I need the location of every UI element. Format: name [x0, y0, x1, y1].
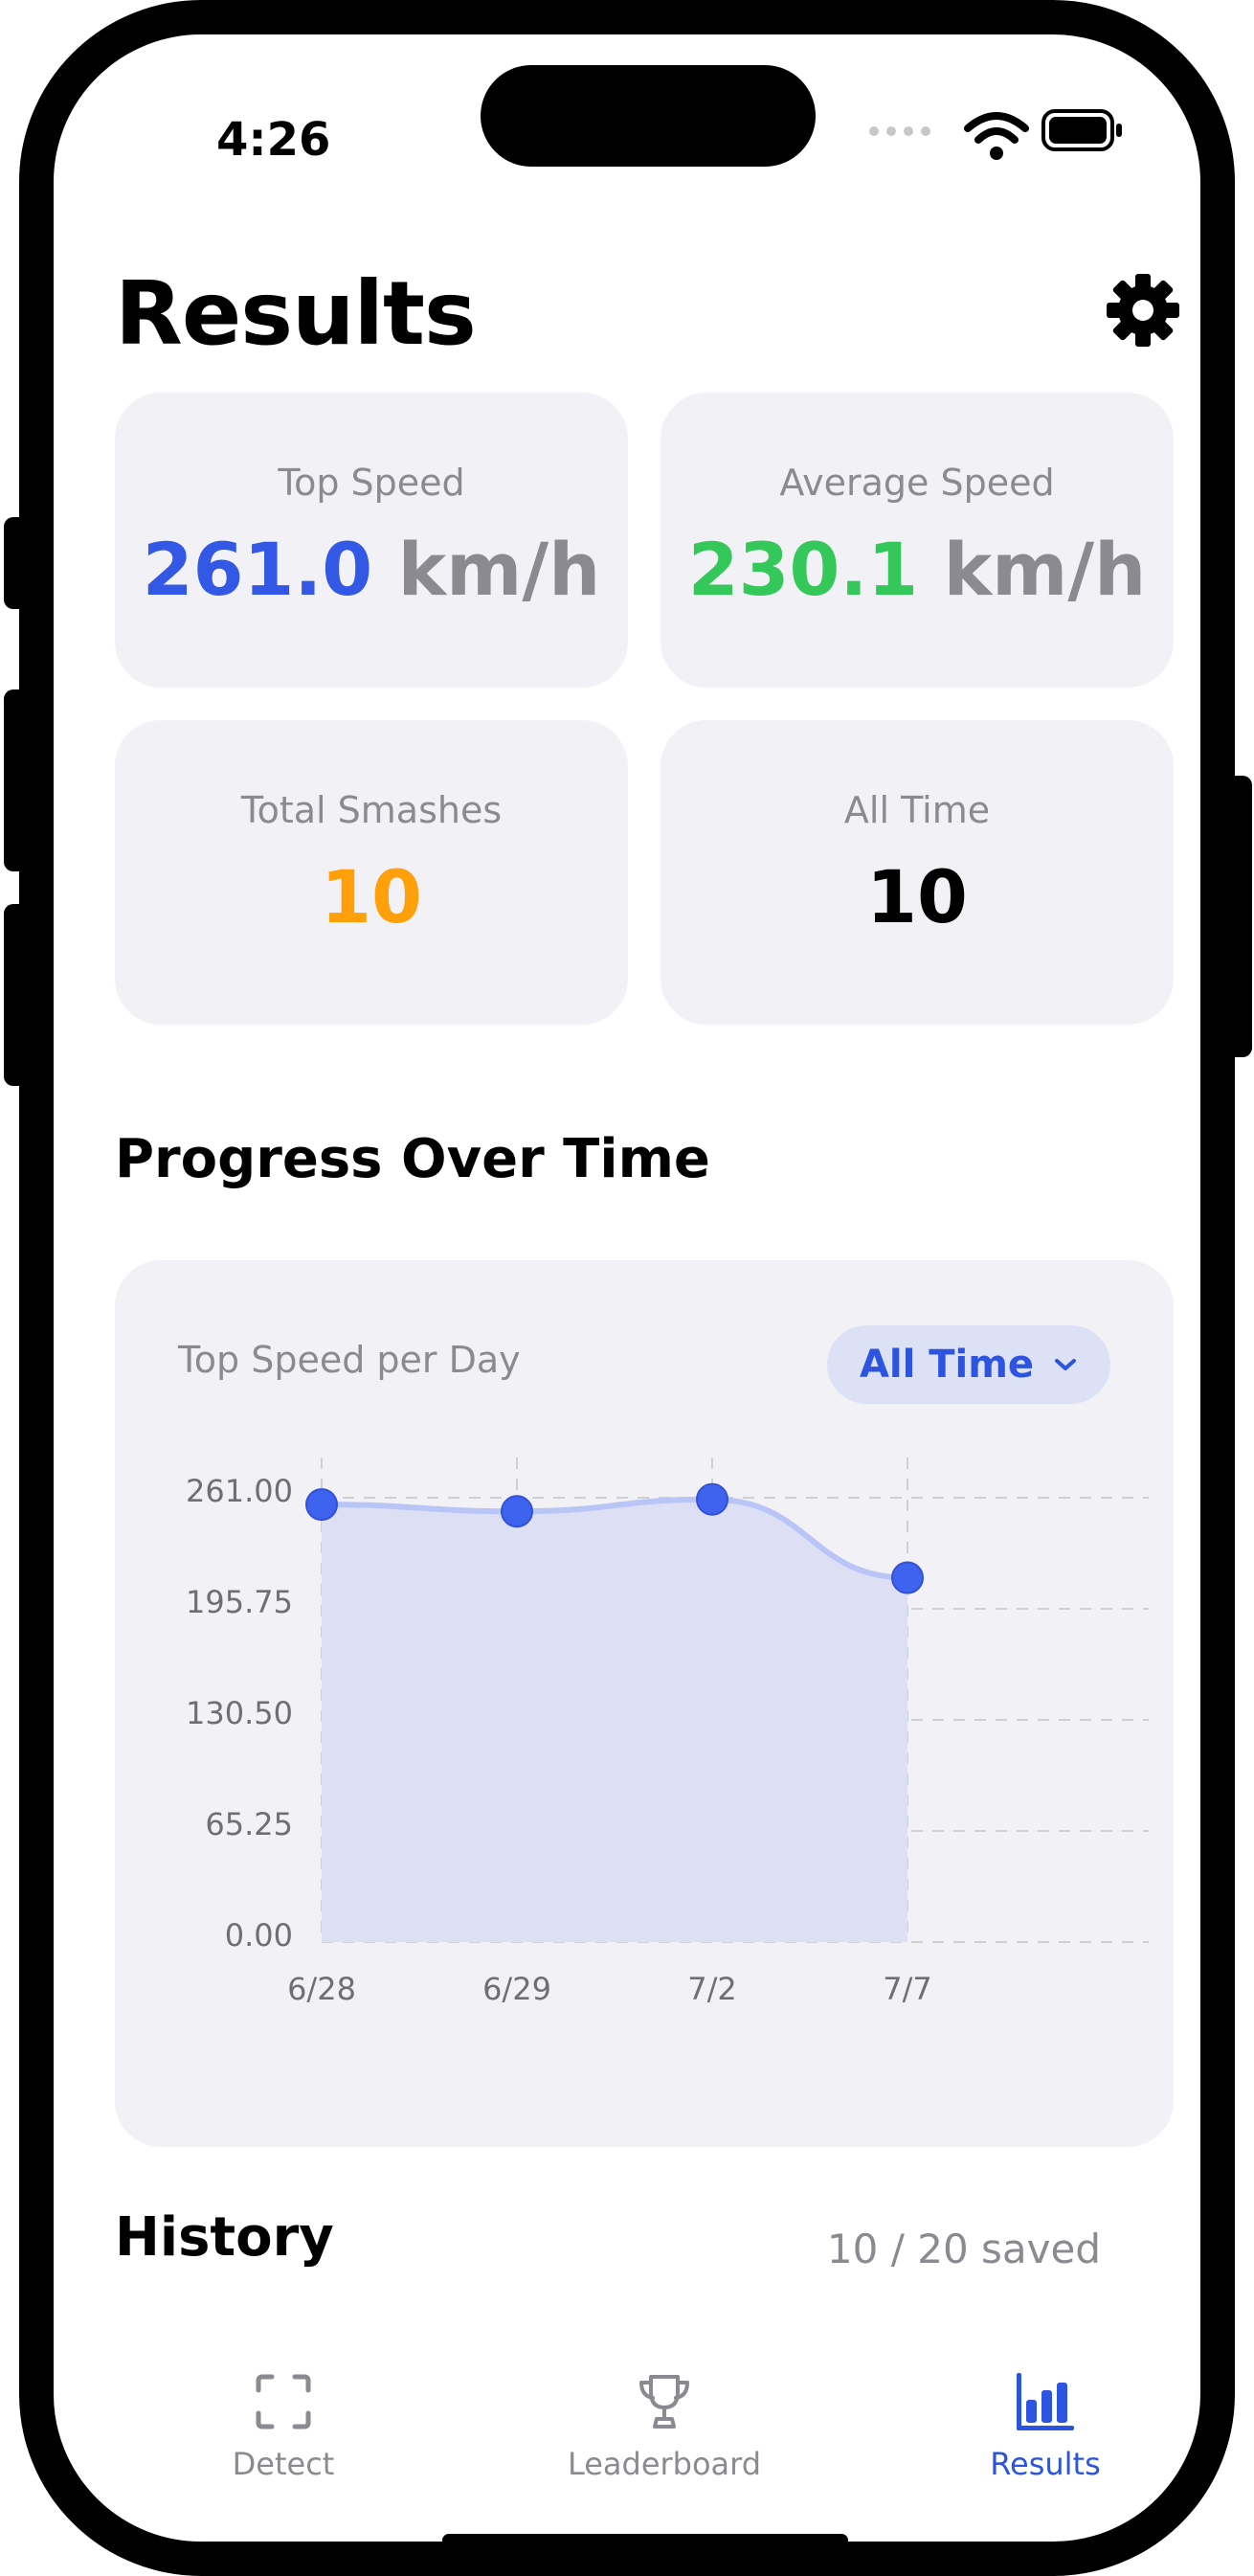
battery-icon [1041, 109, 1122, 151]
status-time: 4:26 [216, 113, 331, 167]
tab-label: Leaderboard [567, 2446, 762, 2482]
stat-number: 230.1 [687, 527, 919, 612]
progress-chart-card: Top Speed per Day All Time 261.00 195.75 1… [115, 1260, 1174, 2147]
tab-bar: Detect Leaderboard Results [54, 2371, 1200, 2505]
stat-number: 10 [866, 854, 968, 939]
tab-label: Detect [232, 2446, 335, 2482]
stat-unit: km/h [397, 527, 601, 612]
data-point [891, 1561, 924, 1594]
wifi-icon [964, 112, 1029, 160]
phone-frame: 4:26 Results Top Speed 261.0 km/h Averag… [19, 0, 1235, 2576]
stat-label: All Time [843, 789, 991, 831]
y-tick-label: 130.50 [186, 1695, 293, 1731]
history-saved-count: 10 / 20 saved [826, 2226, 1101, 2272]
speed-area-chart: 261.00 195.75 130.50 65.25 0.00 6/28 6/29 7/2 7/… [186, 1457, 1149, 2007]
y-tick-label: 261.00 [186, 1473, 293, 1509]
y-tick-label: 0.00 [225, 1917, 293, 1954]
data-point [305, 1488, 338, 1522]
stat-label: Average Speed [779, 462, 1055, 504]
stat-number: 261.0 [142, 527, 373, 612]
stat-value: 230.1 km/h [661, 527, 1174, 612]
tab-detect[interactable]: Detect [140, 2371, 427, 2482]
stat-number: 10 [321, 854, 422, 939]
tab-results[interactable]: Results [902, 2371, 1189, 2482]
tab-leaderboard[interactable]: Leaderboard [521, 2371, 808, 2482]
x-tick-label: 7/7 [883, 1971, 932, 2007]
x-tick-label: 6/28 [287, 1971, 356, 2007]
stat-card-total-smashes: Total Smashes 10 [115, 720, 628, 1025]
bar-chart-icon [1017, 2373, 1074, 2430]
settings-gear-icon[interactable] [1105, 272, 1181, 349]
stat-label: Total Smashes [240, 789, 503, 831]
dynamic-island [481, 65, 816, 167]
stat-card-top-speed: Top Speed 261.0 km/h [115, 393, 628, 688]
stat-card-average-speed: Average Speed 230.1 km/h [661, 393, 1174, 688]
stat-label: Top Speed [278, 462, 465, 504]
home-indicator [442, 2534, 848, 2542]
trophy-icon [639, 2375, 689, 2429]
scan-icon [256, 2374, 311, 2429]
y-tick-label: 65.25 [205, 1806, 293, 1842]
tab-label: Results [990, 2446, 1101, 2482]
stat-value: 10 [115, 854, 628, 939]
stat-value: 10 [661, 854, 1174, 939]
series-area-fill [322, 1499, 907, 1942]
stat-card-all-time: All Time 10 [661, 720, 1174, 1025]
x-tick-label: 6/29 [482, 1971, 551, 2007]
cellular-signal-icon [869, 126, 930, 136]
stat-value: 261.0 km/h [115, 527, 628, 612]
data-point [501, 1495, 533, 1528]
data-point [696, 1482, 728, 1516]
screen: 4:26 Results Top Speed 261.0 km/h Averag… [54, 34, 1200, 2542]
history-section-title: History [115, 2206, 334, 2269]
progress-section-title: Progress Over Time [115, 1128, 710, 1190]
x-tick-label: 7/2 [687, 1971, 737, 2007]
page-title: Results [115, 262, 477, 365]
stat-unit: km/h [943, 527, 1147, 612]
y-tick-label: 195.75 [186, 1584, 293, 1620]
